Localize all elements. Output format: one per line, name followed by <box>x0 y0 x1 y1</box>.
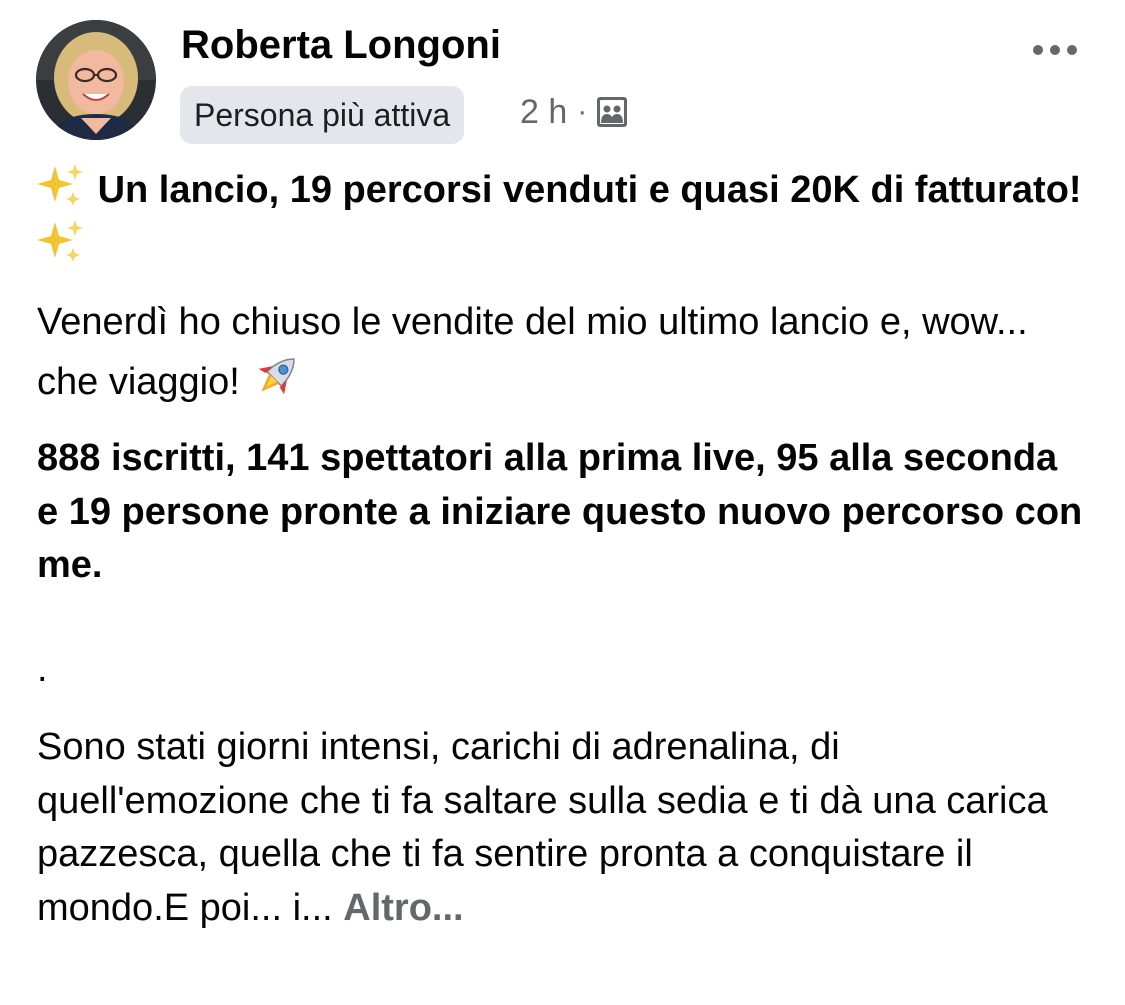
avatar-image <box>36 20 156 140</box>
avatar[interactable] <box>36 20 156 140</box>
post-card: Roberta Longoni Persona più attiva 2 h · <box>0 0 1125 1005</box>
post-dot-line: . <box>37 647 48 690</box>
meta-separator: · <box>577 95 588 128</box>
sparkles-icon <box>37 164 83 206</box>
post-content: Un lancio, 19 percorsi venduti e quasi 2… <box>37 162 1087 935</box>
post-stats-paragraph: 888 iscritti, 141 spettatori alla prima … <box>37 437 1083 586</box>
post-paragraph: Sono stati giorni intensi, carichi di ad… <box>37 721 1087 935</box>
post-paragraph: Venerdì ho chiuso le vendite del mio ult… <box>37 296 1087 409</box>
timestamp[interactable]: 2 h <box>520 93 567 132</box>
headline-text: Un lancio, 19 percorsi venduti e quasi 2… <box>97 169 1082 211</box>
status-badge: Persona più attiva <box>180 86 465 144</box>
post-meta: 2 h · <box>520 90 629 134</box>
more-options-button[interactable] <box>1028 30 1088 70</box>
rocket-icon <box>258 357 296 394</box>
see-more-link[interactable]: Altro... <box>343 887 463 929</box>
sparkles-icon <box>37 219 83 262</box>
group-audience-icon[interactable] <box>595 95 629 129</box>
post-headline: Un lancio, 19 percorsi venduti e quasi 2… <box>37 162 1087 273</box>
paragraph-text: Venerdì ho chiuso le vendite del mio ult… <box>37 301 1028 403</box>
more-options-icon <box>1033 45 1077 55</box>
paragraph-text: Sono stati giorni intensi, carichi di ad… <box>37 726 1048 929</box>
author-name[interactable]: Roberta Longoni <box>181 22 501 68</box>
